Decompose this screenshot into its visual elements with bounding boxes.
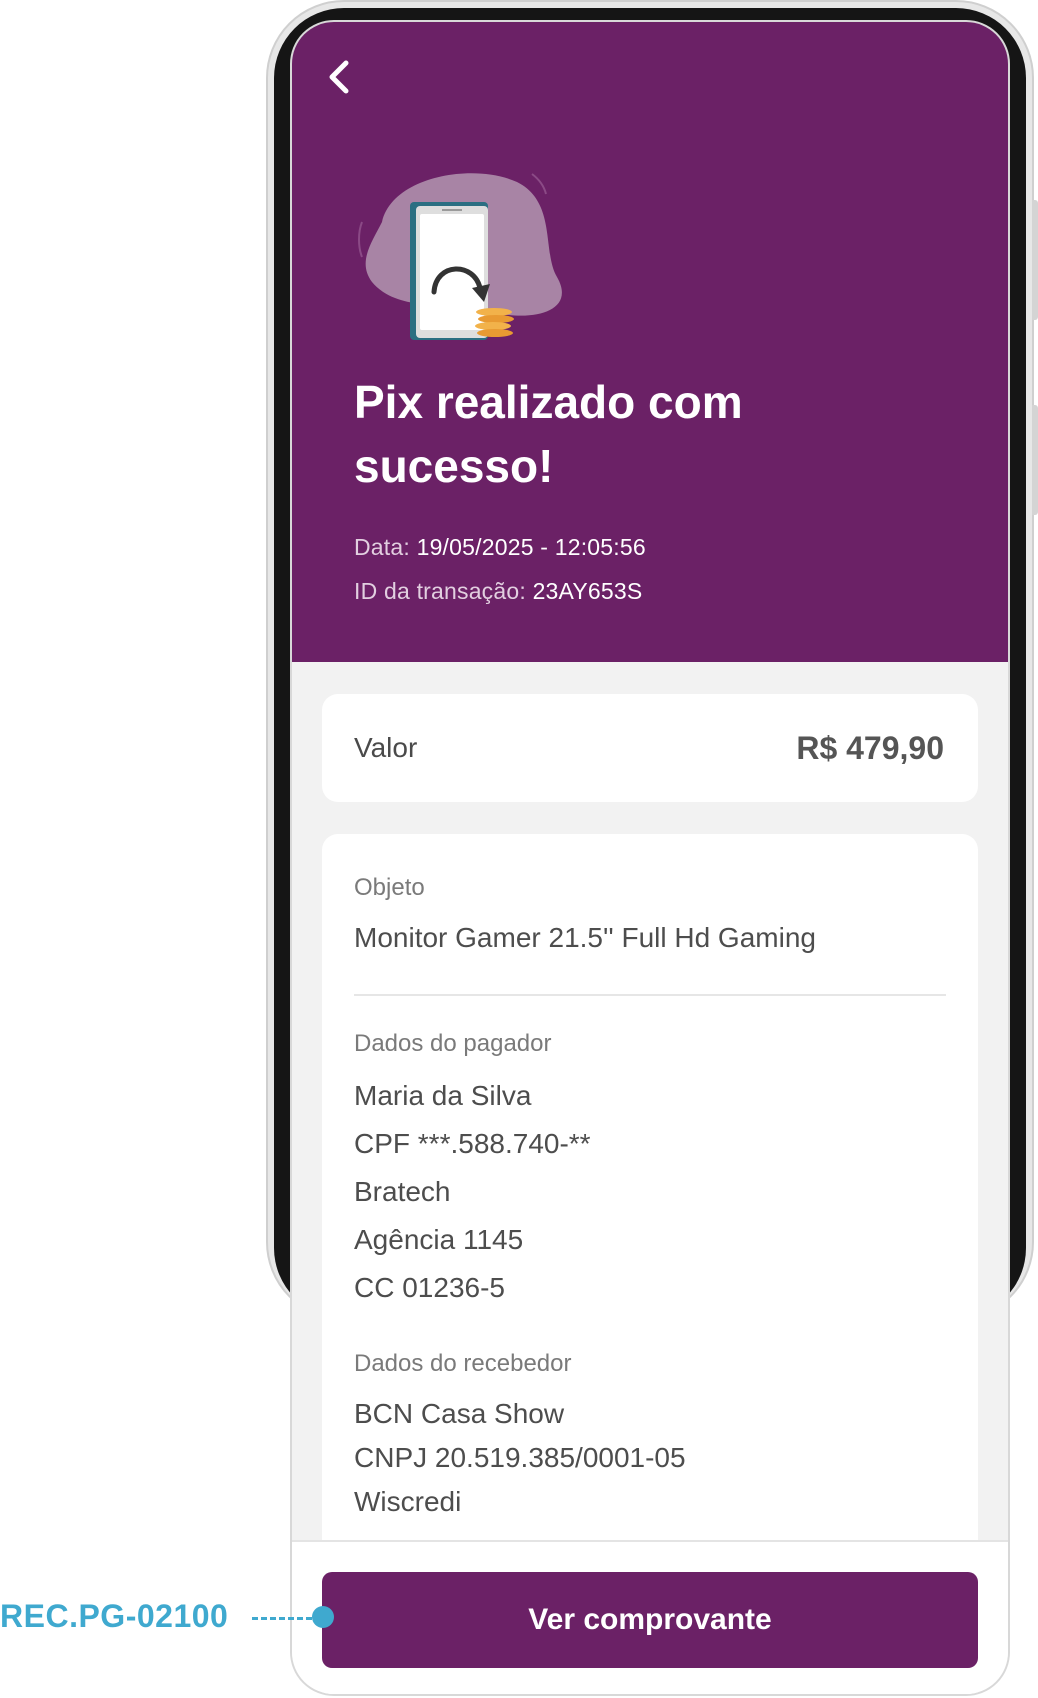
annotation-dot — [312, 1606, 334, 1628]
payer-cpf: CPF ***.588.740-** — [354, 1128, 591, 1159]
payer-bank: Bratech — [354, 1176, 451, 1207]
object-value: Monitor Gamer 21.5'' Full Hd Gaming — [354, 922, 816, 953]
view-receipt-button[interactable]: Ver comprovante — [322, 1572, 978, 1668]
date-row: Data: 19/05/2025 - 12:05:56 — [354, 534, 646, 561]
receiver-bank: Wiscredi — [354, 1486, 462, 1517]
app-screen: Pix realizado com sucesso! Data: 19/05/2… — [290, 20, 1010, 1696]
footer-bar: Ver comprovante — [292, 1540, 1008, 1694]
payer-account: CC 01236-5 — [354, 1272, 505, 1303]
page-title: Pix realizado com sucesso! — [354, 376, 743, 492]
amount-value: R$ 479,90 — [796, 730, 944, 766]
payer-name: Maria da Silva — [354, 1080, 532, 1111]
divider — [354, 994, 946, 996]
phone-side-button-bottom — [1032, 405, 1038, 515]
receiver-label: Dados do recebedor — [354, 1350, 572, 1377]
annotation-connector — [252, 1617, 312, 1620]
receiver-cnpj: CNPJ 20.519.385/0001-05 — [354, 1442, 686, 1473]
success-header: Pix realizado com sucesso! Data: 19/05/2… — [292, 22, 1008, 662]
chevron-left-icon — [329, 60, 349, 94]
date-label: Data: — [354, 534, 410, 560]
transaction-id-label: ID da transação: — [354, 578, 526, 604]
phone-transfer-coins-icon — [358, 173, 562, 340]
transaction-id-value: 23AY653S — [532, 578, 643, 604]
receiver-name: BCN Casa Show — [354, 1398, 565, 1429]
object-label: Objeto — [354, 874, 425, 901]
payer-agency: Agência 1145 — [354, 1224, 524, 1255]
phone-side-button-top — [1032, 200, 1038, 320]
amount-label: Valor — [354, 732, 418, 763]
transaction-id-row: ID da transação: 23AY653S — [354, 578, 642, 605]
payer-label: Dados do pagador — [354, 1030, 552, 1057]
amount-card: Valor R$ 479,90 — [322, 694, 978, 802]
date-value: 19/05/2025 - 12:05:56 — [416, 534, 646, 560]
annotation-code: REC.PG-02100 — [0, 1598, 229, 1634]
back-button[interactable] — [314, 52, 364, 102]
